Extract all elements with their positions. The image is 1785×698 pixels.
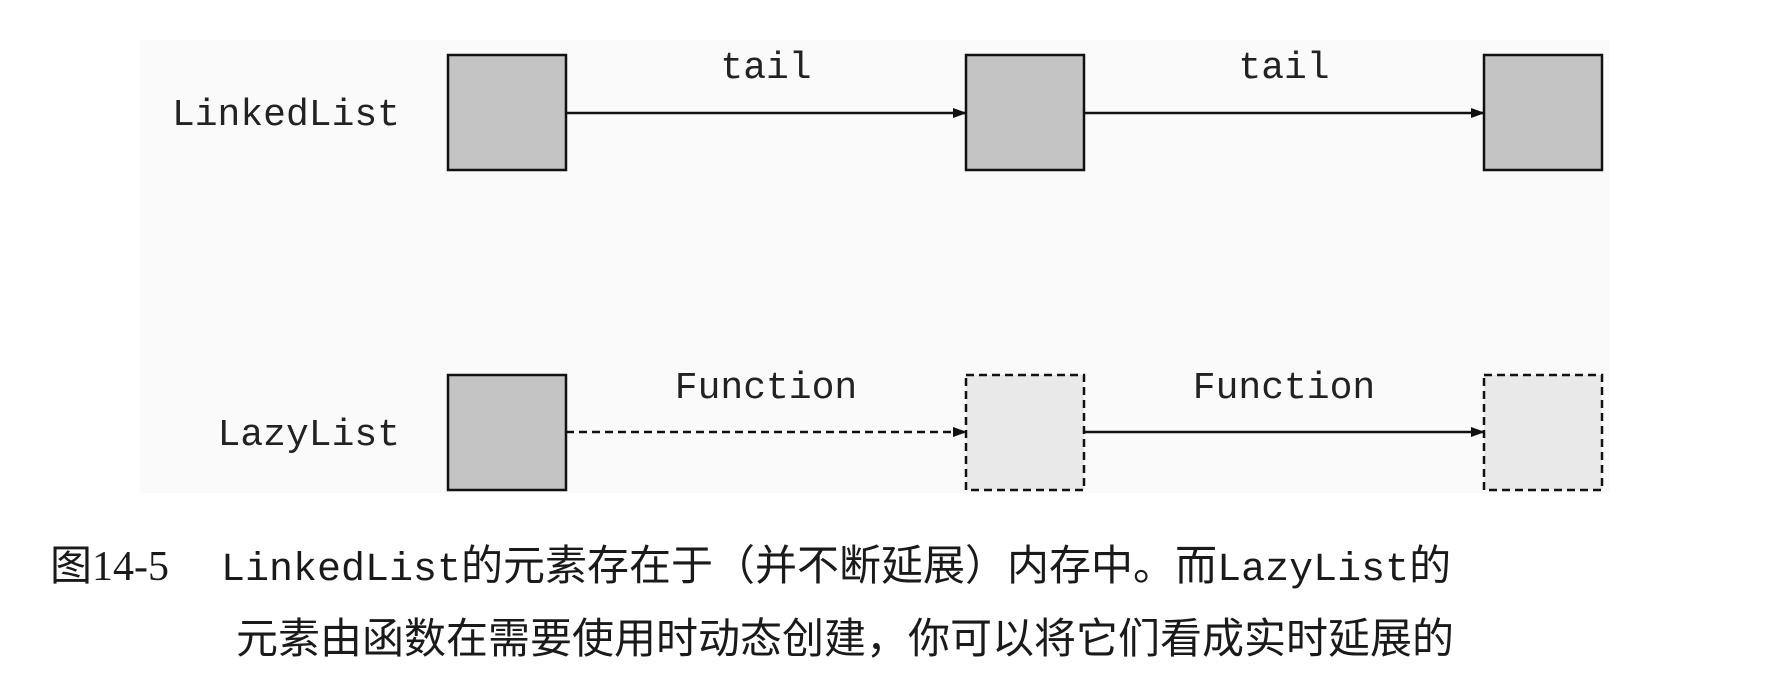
caption-code-lazy-list: LazyList	[1217, 548, 1410, 593]
caption-code-linked-list: LinkedList	[221, 548, 462, 593]
row-lazy-list: LazyList Function Function	[218, 367, 1604, 492]
figure-caption: 图14-5 LinkedList的元素存在于（并不断延展）内存中。而LazyLis…	[50, 532, 1770, 673]
row-linked-list: LinkedList tail tail	[172, 47, 1604, 172]
caption-text-2: 的	[1409, 541, 1452, 590]
edge-label-function-1: Function	[675, 367, 857, 410]
row-label-lazy-list: LazyList	[218, 414, 400, 457]
linked-list-node-1	[446, 53, 568, 172]
caption-line-2: 元素由函数在需要使用时动态创建，你可以将它们看成实时延展的	[236, 614, 1455, 663]
figure-number: 图14-5	[50, 544, 169, 590]
linked-list-node-2	[964, 53, 1086, 172]
linked-list-node-3	[1482, 53, 1604, 172]
lazy-list-node-2-dashed	[964, 373, 1086, 492]
row-label-linked-list: LinkedList	[172, 94, 400, 137]
caption-text-1: 的元素存在于（并不断延展）内存中。而	[461, 541, 1218, 590]
edge-label-tail-1: tail	[720, 47, 811, 90]
caption-line-1: 图14-5 LinkedList的元素存在于（并不断延展）内存中。而LazyLis…	[50, 532, 1770, 605]
lazy-list-node-1	[446, 373, 568, 492]
lazy-list-node-3-dashed	[1482, 373, 1604, 492]
edge-label-tail-2: tail	[1238, 47, 1329, 90]
edge-label-function-2: Function	[1193, 367, 1375, 410]
